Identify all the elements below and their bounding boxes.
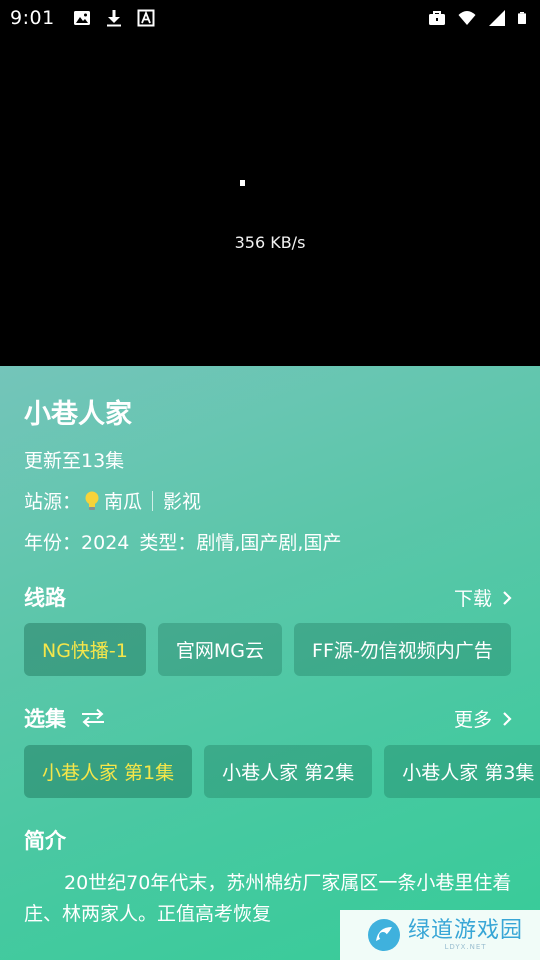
details-panel: 小巷人家 更新至13集 站源： 南瓜 影视 年份：2024 类型：剧情,国产剧,国… xyxy=(0,366,540,960)
watermark-name: 绿道游戏园 xyxy=(408,918,524,943)
video-title: 小巷人家 xyxy=(24,399,132,430)
source-name[interactable]: 南瓜 xyxy=(104,487,142,514)
episode-chip[interactable]: 小巷人家 第3集 xyxy=(384,745,540,798)
intro-title: 简介 xyxy=(24,825,66,855)
source-line: 站源： 南瓜 影视 xyxy=(24,487,201,514)
status-bar: 9:01 xyxy=(0,0,540,36)
download-icon xyxy=(106,10,121,27)
wifi-icon xyxy=(458,11,476,25)
image-icon xyxy=(73,11,90,25)
divider xyxy=(152,490,154,511)
source-label: 站源： xyxy=(24,491,82,513)
genres-value: 剧情,国产剧,国产 xyxy=(196,532,342,554)
update-status: 更新至13集 xyxy=(24,450,125,472)
routes-list: NG快播-1 官网MG云 FF源-勿信视频内广告 xyxy=(24,623,511,676)
routes-title: 线路 xyxy=(24,582,66,612)
episodes-title-text: 选集 xyxy=(24,707,66,731)
swap-order-icon[interactable] xyxy=(80,708,106,728)
status-time: 9:01 xyxy=(10,7,55,29)
source-type: 影视 xyxy=(163,491,202,513)
routes-title-text: 线路 xyxy=(24,586,66,610)
type-label: 类型： xyxy=(139,532,197,554)
route-chip[interactable]: 官网MG云 xyxy=(157,623,283,676)
chevron-right-icon xyxy=(503,590,512,605)
loading-indicator xyxy=(240,180,245,186)
more-episodes-button[interactable]: 更多 xyxy=(454,705,514,732)
route-chip[interactable]: NG快播-1 xyxy=(24,623,146,676)
lightbulb-icon xyxy=(85,491,99,510)
watermark-logo-icon xyxy=(368,919,400,951)
battery-icon xyxy=(518,12,526,24)
more-label: 更多 xyxy=(453,709,492,731)
episode-chip[interactable]: 小巷人家 第1集 xyxy=(24,745,193,798)
year-value: 2024 xyxy=(81,532,130,554)
download-label: 下载 xyxy=(453,588,492,610)
chevron-right-icon xyxy=(503,711,512,726)
meta-line: 年份：2024 类型：剧情,国产剧,国产 xyxy=(24,528,341,555)
briefcase-icon xyxy=(429,11,445,25)
route-chip[interactable]: FF源-勿信视频内广告 xyxy=(294,623,511,676)
intro-title-text: 简介 xyxy=(24,829,66,853)
watermark: 绿道游戏园 LDYX.NET xyxy=(340,910,540,960)
watermark-sub: LDYX.NET xyxy=(444,943,487,951)
download-button[interactable]: 下载 xyxy=(454,584,514,611)
episodes-title: 选集 xyxy=(24,703,106,733)
font-icon xyxy=(137,9,155,27)
year-label: 年份： xyxy=(24,532,82,554)
episode-chip[interactable]: 小巷人家 第2集 xyxy=(204,745,373,798)
video-player[interactable]: 356 KB/s xyxy=(0,36,540,366)
episodes-list: 小巷人家 第1集 小巷人家 第2集 小巷人家 第3集 xyxy=(24,745,540,798)
network-speed: 356 KB/s xyxy=(234,233,306,252)
signal-icon xyxy=(489,10,505,26)
